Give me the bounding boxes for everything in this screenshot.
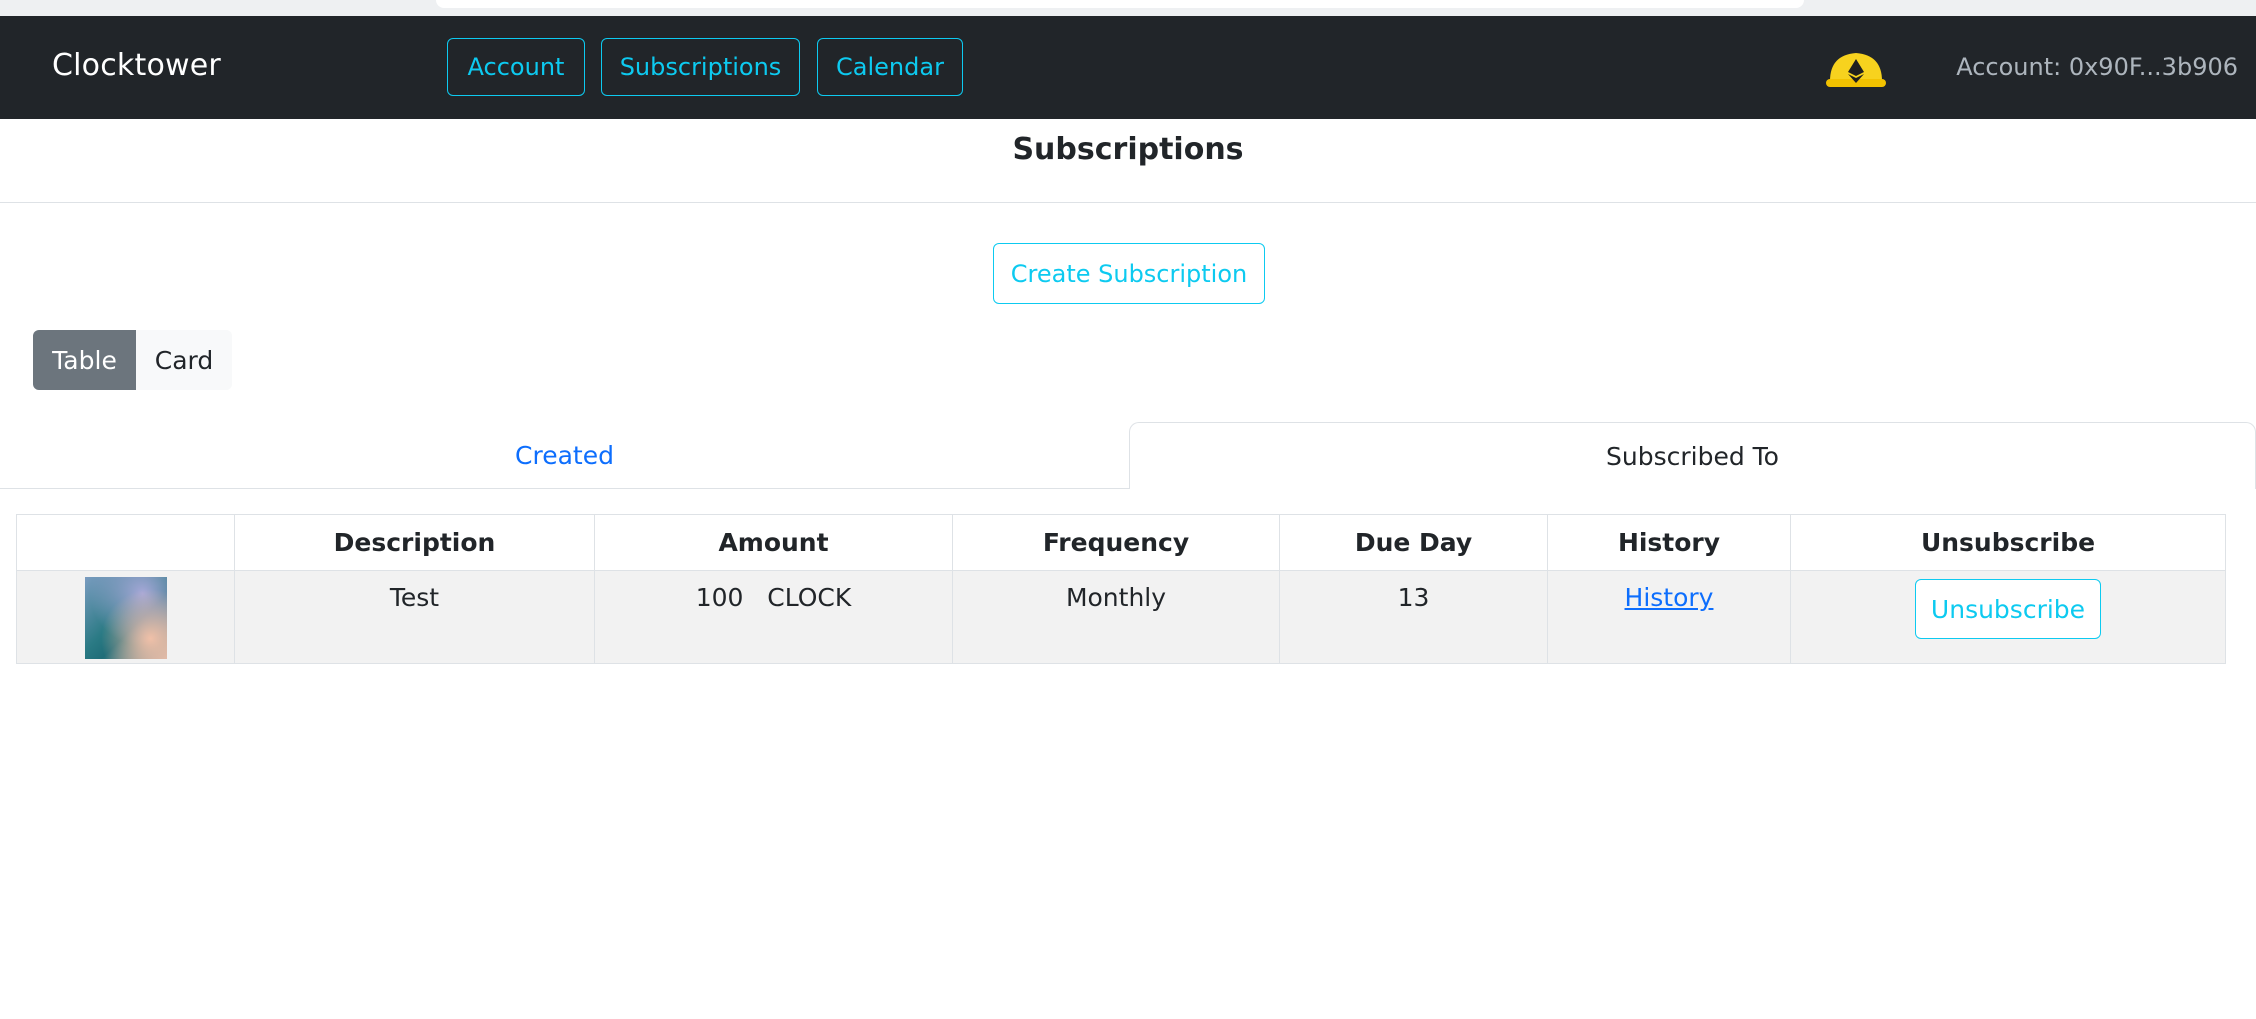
- unsubscribe-button[interactable]: Unsubscribe: [1915, 579, 2101, 639]
- tab-created[interactable]: Created: [0, 422, 1129, 489]
- unsubscribe-cell: Unsubscribe: [1790, 570, 2226, 664]
- page-title: Subscriptions: [0, 119, 2256, 203]
- header-amount: Amount: [594, 514, 953, 571]
- brand-logo[interactable]: Clocktower: [52, 48, 221, 83]
- table-row: Test 100 CLOCK Monthly 13 History Unsubs…: [16, 570, 2226, 664]
- frequency-cell: Monthly: [952, 570, 1280, 664]
- history-link[interactable]: History: [1625, 583, 1714, 612]
- card-view-button[interactable]: Card: [136, 330, 232, 390]
- table-header-row: Description Amount Frequency Due Day His…: [16, 514, 2226, 571]
- nav-subscriptions-button[interactable]: Subscriptions: [601, 38, 800, 96]
- account-address: Account: 0x90F...3b906: [1956, 53, 2238, 81]
- amount-cell: 100 CLOCK: [594, 570, 953, 664]
- header-image: [16, 514, 235, 571]
- table-view-button[interactable]: Table: [33, 330, 136, 390]
- header-unsubscribe: Unsubscribe: [1790, 514, 2226, 571]
- amount-value: 100: [695, 583, 744, 612]
- hardhat-ethereum-icon[interactable]: [1824, 45, 1888, 93]
- browser-top-strip: [0, 0, 2256, 16]
- header-frequency: Frequency: [952, 514, 1280, 571]
- history-cell: History: [1547, 570, 1791, 664]
- subscription-tabs: Created Subscribed To: [0, 422, 2256, 489]
- description-cell: Test: [234, 570, 595, 664]
- avatar-cell: [16, 570, 235, 664]
- header-due-day: Due Day: [1279, 514, 1548, 571]
- subscriptions-table: Description Amount Frequency Due Day His…: [16, 514, 2226, 664]
- view-toggle: Table Card: [33, 330, 232, 390]
- due-day-cell: 13: [1279, 570, 1548, 664]
- subscription-avatar: [84, 577, 167, 659]
- tab-subscribed-to[interactable]: Subscribed To: [1129, 422, 2256, 489]
- navbar: Clocktower Account Subscriptions Calenda…: [0, 16, 2256, 119]
- nav-calendar-button[interactable]: Calendar: [817, 38, 963, 96]
- create-subscription-button[interactable]: Create Subscription: [993, 243, 1265, 304]
- header-history: History: [1547, 514, 1791, 571]
- nav-account-button[interactable]: Account: [447, 38, 585, 96]
- amount-token: CLOCK: [767, 583, 852, 612]
- browser-bar: [436, 0, 1804, 8]
- header-description: Description: [234, 514, 595, 571]
